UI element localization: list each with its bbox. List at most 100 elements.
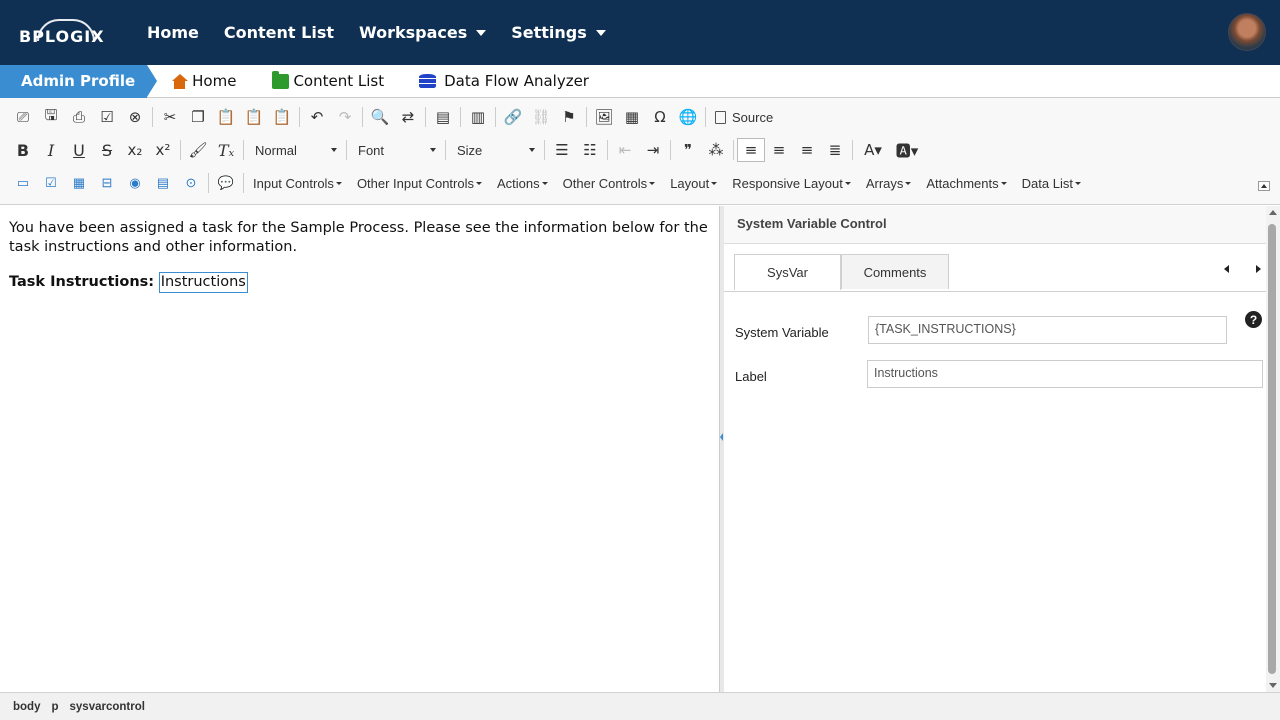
system-variable-input[interactable]: {TASK_INSTRUCTIONS} — [868, 316, 1227, 344]
background-color-icon[interactable]: 🅰▾ — [890, 138, 924, 162]
path-p[interactable]: p — [51, 701, 58, 713]
copy-formatting-icon[interactable]: 🖌 — [184, 138, 212, 162]
listbox-control-icon[interactable]: ▤ — [149, 171, 177, 195]
panel-scrollbar[interactable] — [1266, 206, 1280, 692]
radio-control-icon[interactable]: ◉ — [121, 171, 149, 195]
menu-other-input-controls[interactable]: Other Input Controls — [357, 176, 482, 191]
paste-icon[interactable]: 📋 — [212, 105, 240, 129]
breadcrumb-content-list[interactable]: Content List — [272, 70, 384, 90]
system-variable-label: System Variable — [735, 325, 829, 340]
editor-content-area[interactable]: You have been assigned a task for the Sa… — [0, 206, 719, 692]
checkbox-control-icon[interactable]: ☑ — [37, 171, 65, 195]
image-icon[interactable]: 🖼 — [590, 105, 618, 129]
text-color-icon[interactable]: A▾ — [856, 138, 890, 162]
italic-button[interactable]: I — [37, 138, 65, 162]
save-and-preview-icon[interactable]: ⎙ — [65, 105, 93, 129]
undo-icon[interactable]: ↶ — [303, 105, 331, 129]
scroll-down-icon[interactable] — [1269, 683, 1277, 688]
remove-format-icon[interactable]: Tₓ — [212, 138, 240, 162]
nav-links: Home Content List Workspaces Settings — [147, 23, 631, 42]
unlink-icon[interactable]: ⛓ — [527, 105, 555, 129]
scrollbar-thumb[interactable] — [1268, 224, 1276, 674]
bp-logix-logo[interactable]: BPLOGIX — [19, 18, 111, 48]
div-container-icon[interactable]: ⁂ — [702, 138, 730, 162]
toolbar-row-2: B I U S x₂ x² 🖌 Tₓ Normal Font Size ☰ ☷ … — [9, 136, 924, 164]
save-icon[interactable]: 🖫 — [37, 105, 65, 129]
menu-other-controls[interactable]: Other Controls — [563, 176, 656, 191]
tab-comments[interactable]: Comments — [841, 254, 949, 289]
path-sysvarcontrol[interactable]: sysvarcontrol — [70, 701, 145, 713]
justify-icon[interactable]: ≣ — [821, 138, 849, 162]
form-icon[interactable]: ▥ — [464, 105, 492, 129]
menu-attachments[interactable]: Attachments — [926, 176, 1007, 191]
replace-icon[interactable]: ⇄ — [394, 105, 422, 129]
bold-button[interactable]: B — [9, 138, 37, 162]
anchor-flag-icon[interactable]: ⚑ — [555, 105, 583, 129]
size-select[interactable]: Size — [449, 138, 541, 162]
format-select-value: Normal — [255, 142, 297, 158]
size-select-value: Size — [457, 142, 483, 158]
cancel-icon[interactable]: ⊗ — [121, 105, 149, 129]
decrease-indent-icon[interactable]: ⇤ — [611, 138, 639, 162]
table-icon[interactable]: ▦ — [618, 105, 646, 129]
blockquote-icon[interactable]: ❞ — [674, 138, 702, 162]
source-button[interactable]: Source — [709, 110, 779, 125]
toolbar-separator — [445, 140, 446, 160]
toggle-control-icon[interactable]: ⊙ — [177, 171, 205, 195]
chevron-down-icon — [649, 181, 656, 185]
path-body[interactable]: body — [13, 701, 40, 713]
toolbar-separator — [460, 107, 461, 127]
breadcrumb-data-flow-analyzer[interactable]: Data Flow Analyzer — [419, 72, 589, 90]
textbox-control-icon[interactable]: ▭ — [9, 171, 37, 195]
chevron-down-icon — [1074, 181, 1081, 185]
bulleted-list-icon[interactable]: ☷ — [576, 138, 604, 162]
breadcrumb-home[interactable]: Home — [171, 72, 236, 90]
subscript-button[interactable]: x₂ — [121, 138, 149, 162]
format-select[interactable]: Normal — [247, 138, 343, 162]
align-right-icon[interactable]: ≡ — [793, 138, 821, 162]
nav-settings-dropdown[interactable]: Settings — [511, 23, 606, 42]
label-input[interactable]: Instructions — [867, 360, 1263, 388]
font-select[interactable]: Font — [350, 138, 442, 162]
tooltip-control-icon[interactable]: 💬 — [212, 171, 240, 195]
link-icon[interactable]: 🔗 — [499, 105, 527, 129]
tab-scroll-right-icon[interactable] — [1256, 265, 1261, 273]
tab-scroll-left-icon[interactable] — [1224, 265, 1229, 273]
new-document-icon[interactable]: ⎚ — [9, 105, 37, 129]
user-avatar[interactable] — [1228, 13, 1266, 51]
paste-from-word-icon[interactable]: 📋 — [268, 105, 296, 129]
special-character-icon[interactable]: Ω — [646, 105, 674, 129]
copy-icon[interactable]: ❐ — [184, 105, 212, 129]
find-icon[interactable]: 🔍 — [366, 105, 394, 129]
nav-home-link[interactable]: Home — [147, 23, 199, 42]
tab-sysvar[interactable]: SysVar — [734, 254, 841, 290]
iframe-globe-icon[interactable]: 🌐 — [674, 105, 702, 129]
redo-icon[interactable]: ↷ — [331, 105, 359, 129]
underline-button[interactable]: U — [65, 138, 93, 162]
breadcrumb-admin-profile[interactable]: Admin Profile — [0, 64, 158, 98]
menu-arrays[interactable]: Arrays — [866, 176, 912, 191]
superscript-button[interactable]: x² — [149, 138, 177, 162]
align-center-icon[interactable]: ≡ — [765, 138, 793, 162]
numbered-list-icon[interactable]: ☰ — [548, 138, 576, 162]
strikethrough-button[interactable]: S — [93, 138, 121, 162]
menu-data-list[interactable]: Data List — [1022, 176, 1081, 191]
save-and-check-icon[interactable]: ☑ — [93, 105, 121, 129]
collapse-toolbar-button[interactable] — [1258, 181, 1270, 191]
menu-layout[interactable]: Layout — [670, 176, 718, 191]
menu-input-controls[interactable]: Input Controls — [253, 176, 342, 191]
paste-text-icon[interactable]: 📋 — [240, 105, 268, 129]
align-left-icon[interactable]: ≡ — [737, 138, 765, 162]
menu-responsive-layout[interactable]: Responsive Layout — [732, 176, 851, 191]
nav-content-list-link[interactable]: Content List — [224, 23, 334, 42]
increase-indent-icon[interactable]: ⇥ — [639, 138, 667, 162]
select-all-icon[interactable]: ▤ — [429, 105, 457, 129]
help-icon[interactable]: ? — [1245, 311, 1262, 328]
date-control-icon[interactable]: ▦ — [65, 171, 93, 195]
menu-actions[interactable]: Actions — [497, 176, 548, 191]
sysvar-control[interactable]: Instructions — [158, 272, 248, 293]
scroll-up-icon[interactable] — [1269, 210, 1277, 215]
dropdown-control-icon[interactable]: ⊟ — [93, 171, 121, 195]
cut-icon[interactable]: ✂ — [156, 105, 184, 129]
nav-workspaces-dropdown[interactable]: Workspaces — [359, 23, 487, 42]
